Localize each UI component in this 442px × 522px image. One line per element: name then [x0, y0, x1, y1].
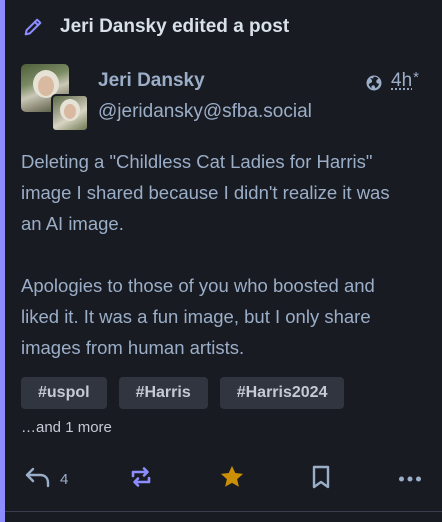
hashtag-harris[interactable]: #Harris — [118, 377, 208, 409]
more-options-button[interactable] — [398, 462, 422, 496]
favourite-button[interactable] — [218, 462, 246, 496]
status-timestamp[interactable]: 4h* — [391, 69, 419, 92]
notification-title[interactable]: Jeri Dansky edited a post — [60, 16, 289, 38]
globe-icon — [365, 74, 383, 92]
notification-card: Jeri Dansky edited a post Jeri Dansky @j… — [0, 0, 442, 522]
avatar[interactable] — [21, 64, 89, 132]
edited-indicator: * — [413, 69, 419, 86]
account-avatar-overlay-image — [51, 94, 89, 132]
more-hashtags-link[interactable]: …and 1 more — [21, 419, 112, 436]
reply-count: 4 — [60, 470, 69, 488]
bookmark-icon — [310, 464, 332, 495]
status-action-bar: 4 — [0, 462, 442, 496]
content-paragraph: Apologies to those of you who boosted an… — [21, 275, 375, 358]
star-icon — [218, 463, 246, 496]
boost-icon — [128, 464, 154, 495]
timestamp-text: 4h — [391, 70, 413, 91]
status-content: Deleting a "Childless Cat Ladies for Har… — [21, 146, 426, 394]
card-divider — [5, 511, 442, 512]
display-name[interactable]: Jeri Dansky — [98, 70, 205, 92]
content-paragraph: Deleting a "Childless Cat Ladies for Har… — [21, 151, 390, 234]
account-handle[interactable]: @jeridansky@sfba.social — [98, 101, 312, 123]
bookmark-button[interactable] — [310, 462, 332, 496]
boost-button[interactable] — [128, 462, 154, 496]
pencil-icon — [22, 16, 44, 38]
more-horizontal-icon — [398, 470, 422, 488]
notification-header: Jeri Dansky edited a post — [22, 14, 289, 40]
hashtag-harris2024[interactable]: #Harris2024 — [219, 377, 345, 409]
hashtag-bar: #uspol #Harris #Harris2024 — [21, 377, 345, 409]
reply-button[interactable]: 4 — [24, 462, 68, 496]
unread-accent-bar — [0, 0, 5, 522]
reply-icon — [24, 465, 52, 494]
hashtag-uspol[interactable]: #uspol — [21, 377, 107, 409]
